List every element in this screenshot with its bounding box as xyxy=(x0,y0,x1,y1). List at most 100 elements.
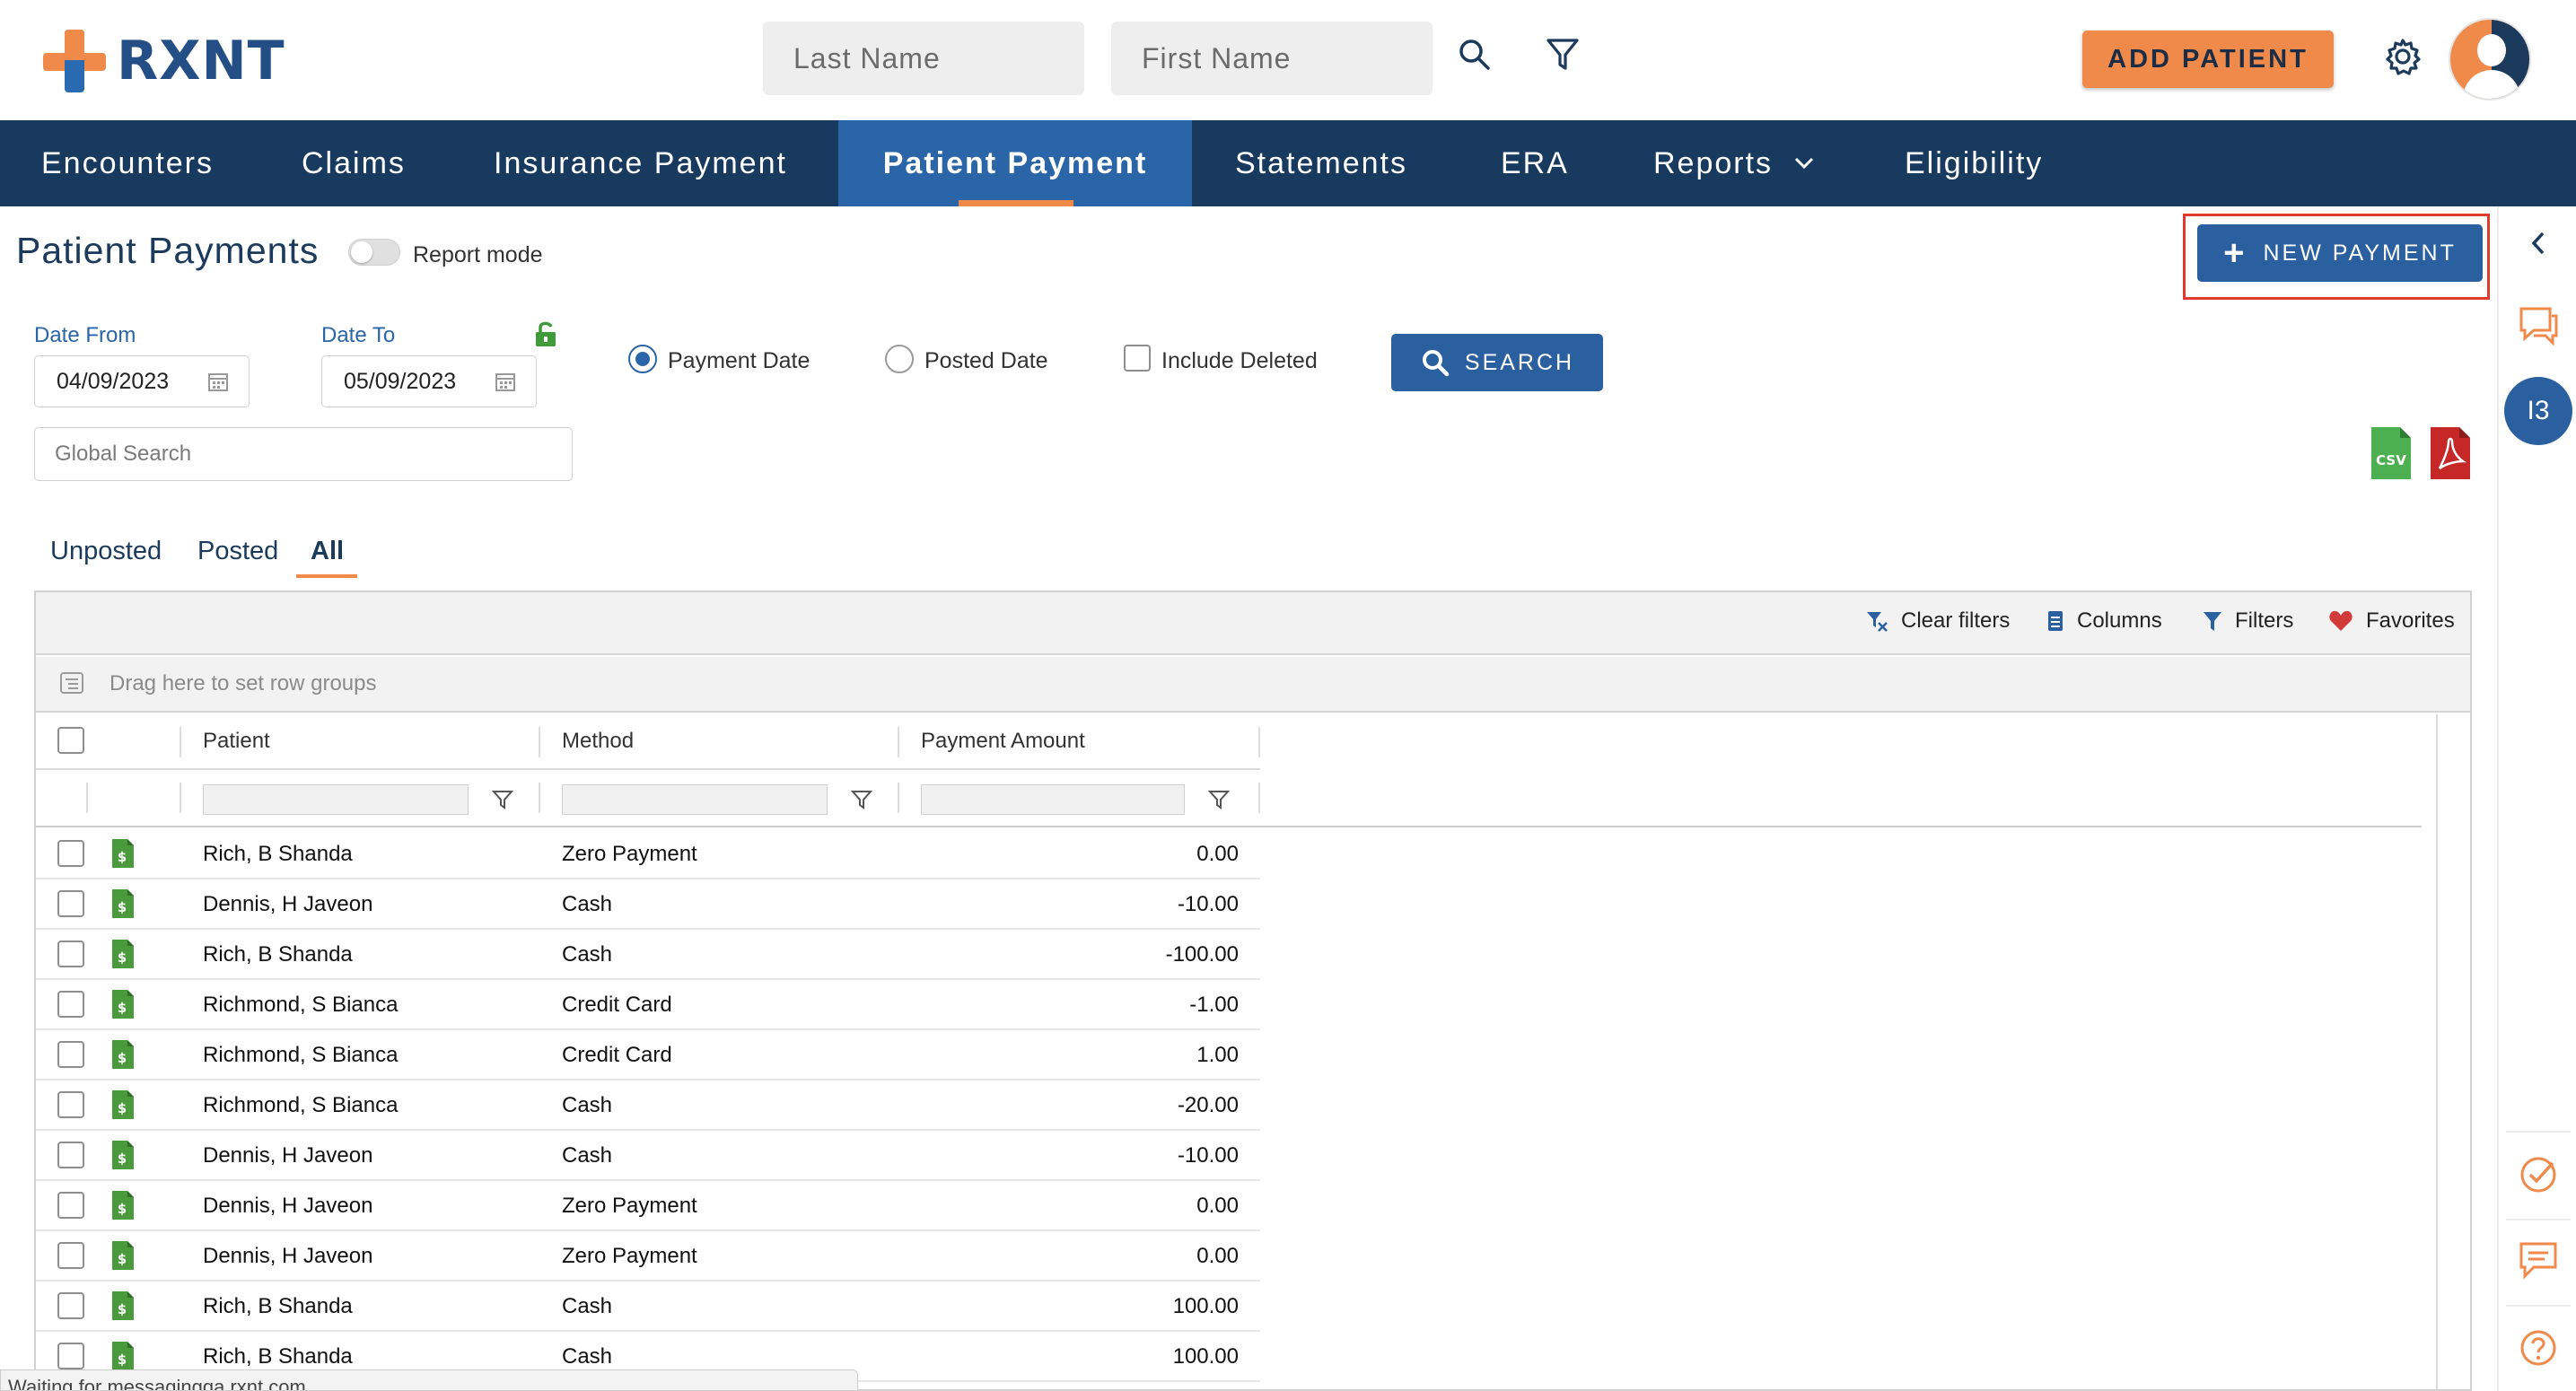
nav-insurance-payment[interactable]: Insurance Payment xyxy=(494,120,787,206)
table-row[interactable]: $ Rich, B Shanda Cash -100.00 xyxy=(36,930,1260,980)
payment-document-icon[interactable]: $ xyxy=(111,1140,135,1175)
table-row[interactable]: $ Dennis, H Javeon Cash -10.00 xyxy=(36,879,1260,930)
date-to-input[interactable]: 05/09/2023 xyxy=(321,355,537,407)
column-header-method[interactable]: Method xyxy=(562,729,634,754)
search-button-label: SEARCH xyxy=(1464,349,1575,375)
payment-document-icon[interactable]: $ xyxy=(111,1290,135,1325)
nav-eligibility[interactable]: Eligibility xyxy=(1905,120,2043,206)
method-filter-input[interactable] xyxy=(562,784,828,815)
nav-era[interactable]: ERA xyxy=(1501,120,1569,206)
table-row[interactable]: $ Richmond, S Bianca Credit Card -1.00 xyxy=(36,980,1260,1030)
chat-icon[interactable] xyxy=(2499,305,2576,346)
posted-date-radio[interactable] xyxy=(885,345,914,373)
payment-document-icon[interactable]: $ xyxy=(111,1089,135,1124)
payment-date-radio[interactable] xyxy=(628,345,657,373)
amount-filter-icon[interactable] xyxy=(1207,790,1231,814)
rxnt-logo[interactable]: RXNT xyxy=(41,25,285,97)
payment-document-icon[interactable]: $ xyxy=(111,989,135,1024)
unlock-icon[interactable] xyxy=(533,319,558,353)
calendar-icon[interactable] xyxy=(207,371,229,398)
svg-text:$: $ xyxy=(118,1050,127,1066)
column-header-payment-amount[interactable]: Payment Amount xyxy=(921,729,1085,754)
row-checkbox[interactable] xyxy=(57,1343,84,1369)
amount-cell: 100.00 xyxy=(1172,1344,1239,1369)
table-row[interactable]: $ Rich, B Shanda Cash 100.00 xyxy=(36,1282,1260,1332)
filter-icon[interactable] xyxy=(1540,32,1585,77)
collapse-left-icon[interactable] xyxy=(2499,230,2576,257)
payment-date-label: Payment Date xyxy=(668,348,810,373)
nav-claims[interactable]: Claims xyxy=(302,120,406,206)
row-checkbox[interactable] xyxy=(57,1292,84,1319)
method-cell: Cash xyxy=(562,942,613,967)
payment-document-icon[interactable]: $ xyxy=(111,1039,135,1074)
row-checkbox[interactable] xyxy=(57,1192,84,1219)
help-icon[interactable] xyxy=(2499,1328,2576,1368)
table-row[interactable]: $ Richmond, S Bianca Cash -20.00 xyxy=(36,1080,1260,1131)
global-search-input[interactable]: Global Search xyxy=(34,427,573,481)
payment-document-icon[interactable]: $ xyxy=(111,939,135,974)
favorites-button[interactable]: Favorites xyxy=(2328,608,2455,634)
add-patient-button[interactable]: ADD PATIENT xyxy=(2082,31,2334,88)
method-cell: Cash xyxy=(562,1093,613,1117)
calendar-icon[interactable] xyxy=(495,371,516,398)
row-checkbox[interactable] xyxy=(57,940,84,967)
filters-label: Filters xyxy=(2235,608,2294,633)
column-header-patient[interactable]: Patient xyxy=(203,729,270,754)
svg-text:$: $ xyxy=(118,1150,127,1167)
amount-filter-input[interactable] xyxy=(921,784,1185,815)
table-row[interactable]: $ Dennis, H Javeon Zero Payment 0.00 xyxy=(36,1231,1260,1282)
first-name-input[interactable]: First Name xyxy=(1111,22,1433,95)
tasks-check-icon[interactable] xyxy=(2499,1154,2576,1195)
tab-all[interactable]: All xyxy=(311,537,344,566)
grid-toolbar: Clear filters Columns Filters Favorites xyxy=(36,592,2470,655)
payment-document-icon[interactable]: $ xyxy=(111,1190,135,1225)
date-from-input[interactable]: 04/09/2023 xyxy=(34,355,250,407)
nav-reports[interactable]: Reports xyxy=(1653,120,1814,206)
row-group-dropzone[interactable]: Drag here to set row groups xyxy=(36,657,2470,713)
table-row[interactable]: $ Rich, B Shanda Zero Payment 0.00 xyxy=(36,829,1260,879)
method-filter-icon[interactable] xyxy=(850,790,873,814)
patient-filter-icon[interactable] xyxy=(491,790,514,814)
tab-unposted[interactable]: Unposted xyxy=(50,537,162,566)
tab-posted[interactable]: Posted xyxy=(197,537,278,566)
table-row[interactable]: $ Richmond, S Bianca Credit Card 1.00 xyxy=(36,1030,1260,1080)
vertical-scrollbar[interactable] xyxy=(2436,714,2470,1389)
clear-filters-button[interactable]: Clear filters xyxy=(1865,608,2010,634)
row-checkbox[interactable] xyxy=(57,890,84,917)
payment-document-icon[interactable]: $ xyxy=(111,888,135,923)
method-cell: Cash xyxy=(562,1294,613,1318)
report-mode-toggle[interactable] xyxy=(348,239,400,266)
method-cell: Zero Payment xyxy=(562,1194,697,1218)
patient-cell: Rich, B Shanda xyxy=(203,1294,353,1318)
table-row[interactable]: $ Dennis, H Javeon Cash -10.00 xyxy=(36,1131,1260,1181)
last-name-input[interactable]: Last Name xyxy=(763,22,1084,95)
payment-document-icon[interactable]: $ xyxy=(111,1240,135,1275)
nav-encounters[interactable]: Encounters xyxy=(41,120,214,206)
row-checkbox[interactable] xyxy=(57,1091,84,1118)
columns-button[interactable]: Columns xyxy=(2046,608,2162,634)
include-deleted-checkbox[interactable] xyxy=(1124,345,1151,372)
new-payment-button[interactable]: + NEW PAYMENT xyxy=(2197,224,2483,282)
table-row[interactable]: $ Dennis, H Javeon Zero Payment 0.00 xyxy=(36,1181,1260,1231)
row-checkbox[interactable] xyxy=(57,1041,84,1068)
search-icon[interactable] xyxy=(1452,32,1497,77)
row-checkbox[interactable] xyxy=(57,1242,84,1269)
row-checkbox[interactable] xyxy=(57,991,84,1018)
notification-badge[interactable]: I3 xyxy=(2504,377,2572,445)
filters-button[interactable]: Filters xyxy=(2203,608,2293,634)
nav-patient-payment[interactable]: Patient Payment xyxy=(838,120,1192,206)
row-checkbox[interactable] xyxy=(57,1142,84,1168)
payment-document-icon[interactable]: $ xyxy=(111,838,135,873)
patient-filter-input[interactable] xyxy=(203,784,469,815)
pdf-export-icon[interactable] xyxy=(2429,425,2472,481)
gear-icon[interactable] xyxy=(2380,34,2425,79)
nav-statements[interactable]: Statements xyxy=(1235,120,1407,206)
csv-export-icon[interactable]: CSV xyxy=(2370,425,2413,481)
patient-cell: Dennis, H Javeon xyxy=(203,1143,373,1168)
message-icon[interactable] xyxy=(2499,1240,2576,1280)
select-all-checkbox[interactable] xyxy=(57,727,84,754)
svg-text:$: $ xyxy=(118,1201,127,1217)
user-avatar[interactable] xyxy=(2449,18,2531,101)
search-button[interactable]: SEARCH xyxy=(1391,334,1603,391)
row-checkbox[interactable] xyxy=(57,840,84,867)
